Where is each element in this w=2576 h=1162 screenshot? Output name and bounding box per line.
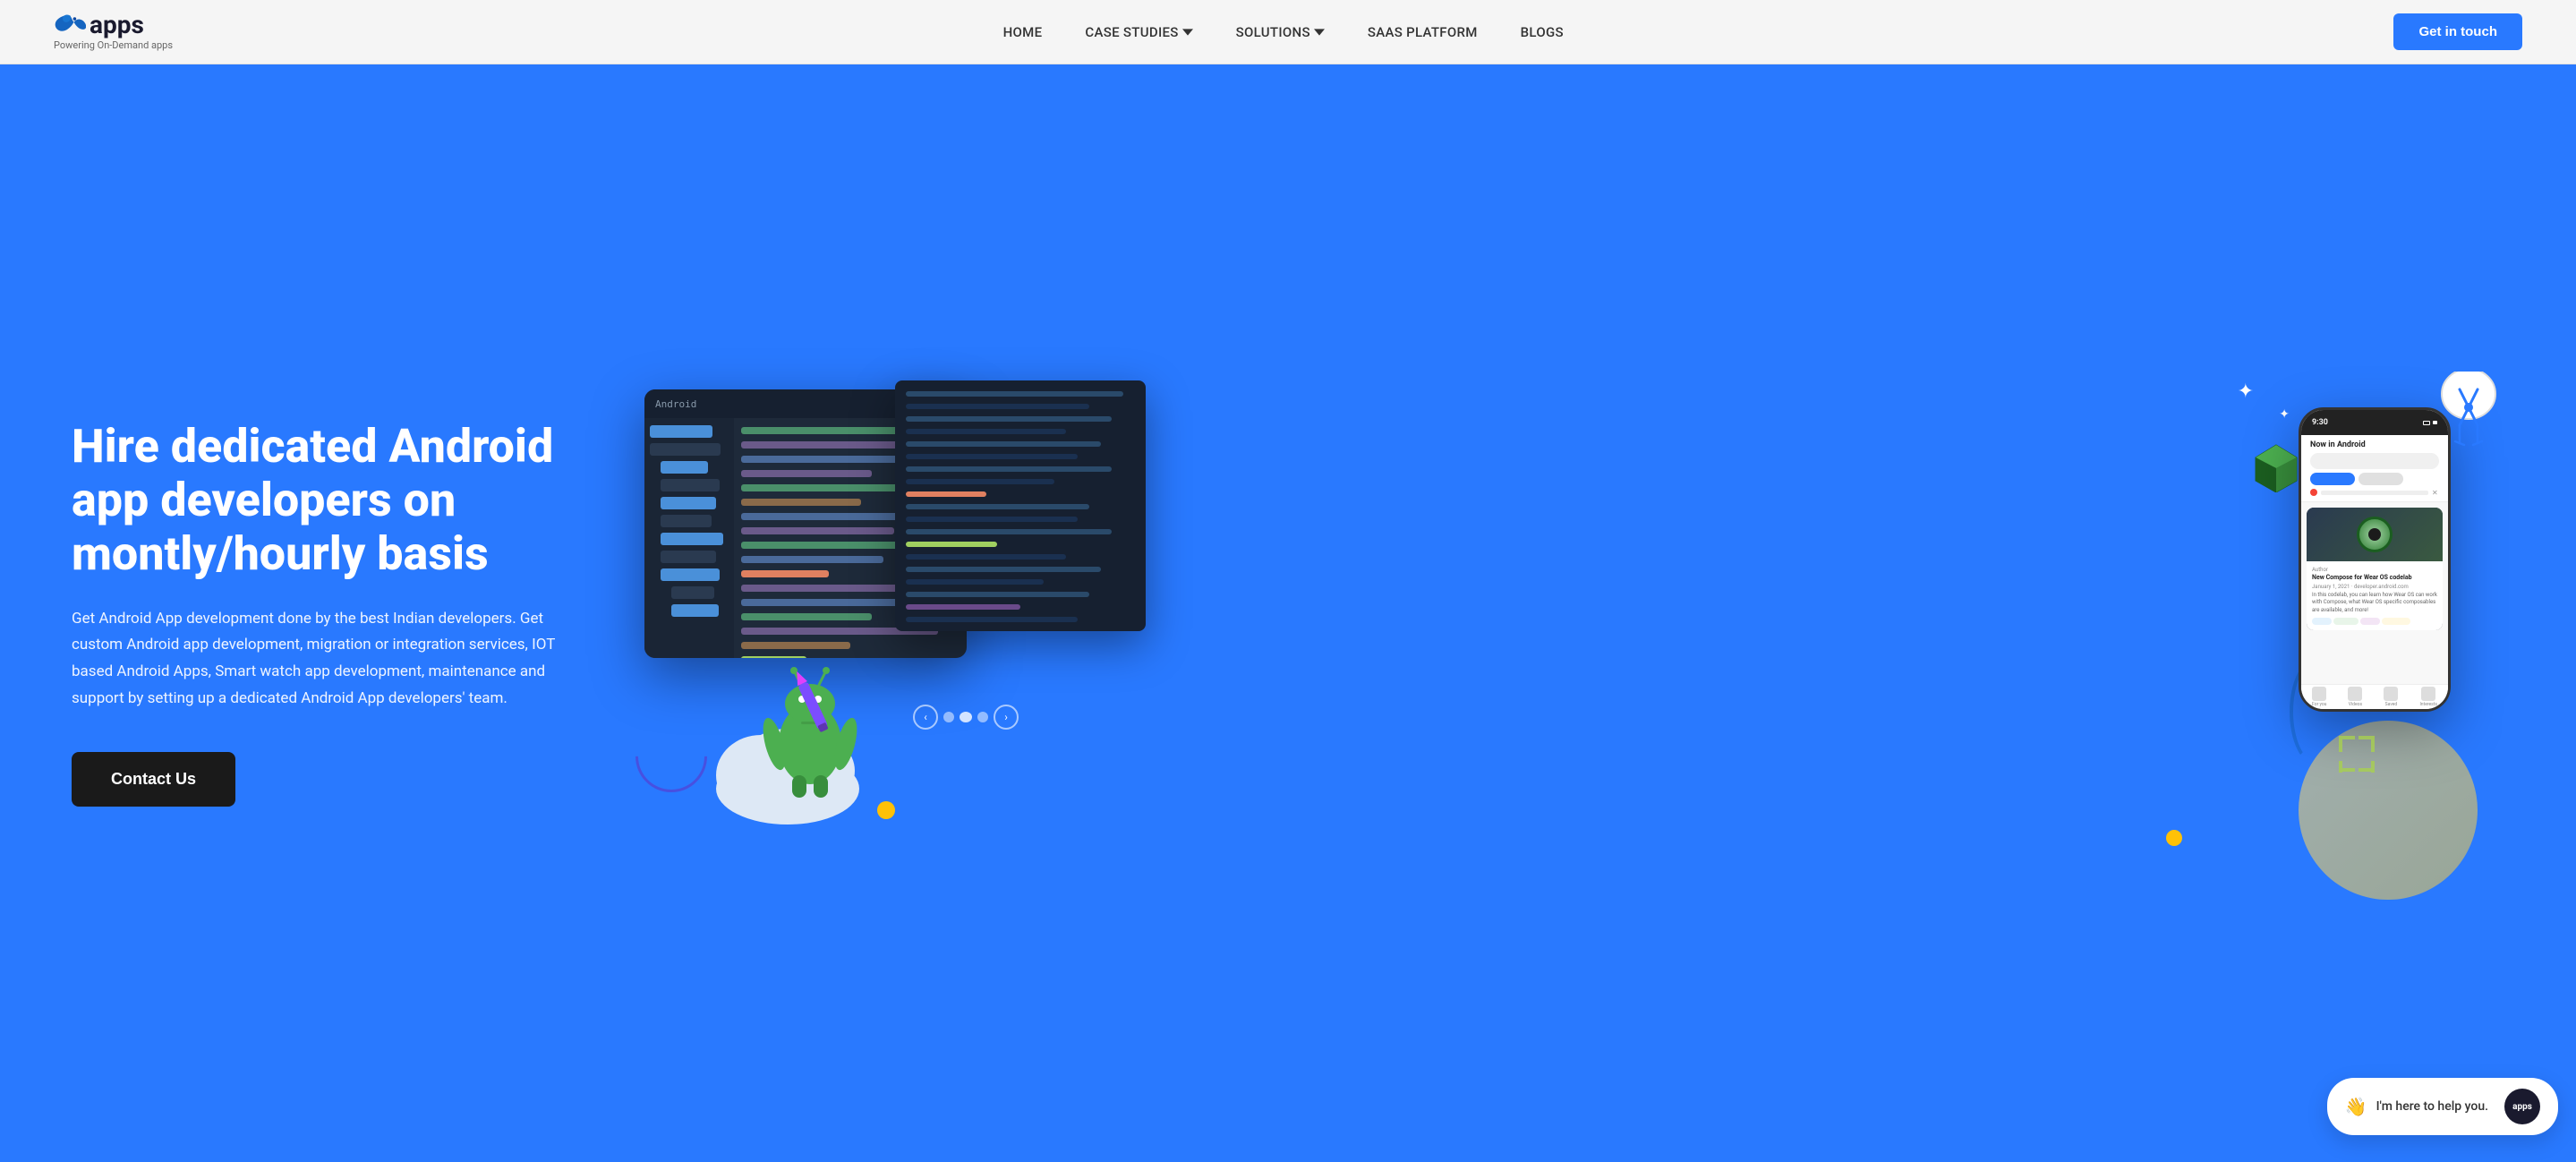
phone-tag-item xyxy=(2360,618,2380,625)
phone-filters xyxy=(2310,473,2439,485)
ide-sidebar xyxy=(644,418,734,658)
nav-blogs[interactable]: BLOGS xyxy=(1521,23,1564,40)
logo-tagline: Powering On-Demand apps xyxy=(54,39,173,51)
phone-card-body: Author New Compose for Wear OS codelab J… xyxy=(2307,561,2443,630)
logo-text: apps xyxy=(54,13,144,38)
phone-tag-list xyxy=(2312,618,2437,625)
phone-nav-saved-icon xyxy=(2384,687,2398,701)
ide-title-text: Android xyxy=(655,398,696,410)
hero-content: Hire dedicated Android app developers on… xyxy=(72,420,591,806)
phone-card-author: Author xyxy=(2312,567,2437,573)
hero-description: Get Android App development done by the … xyxy=(72,606,573,713)
phone-card-image xyxy=(2307,508,2443,561)
chat-emoji: 👋 xyxy=(2345,1096,2367,1117)
phone-nav-videos-icon xyxy=(2348,687,2362,701)
phone-header-text: Now in Android xyxy=(2310,440,2439,449)
chevron-down-icon xyxy=(1314,27,1325,38)
phone-card: Author New Compose for Wear OS codelab J… xyxy=(2307,508,2443,630)
carousel-dot xyxy=(960,712,972,722)
phone-nav-interests-icon xyxy=(2421,687,2435,701)
phone-tag-item xyxy=(2382,618,2410,625)
carousel-next-button[interactable]: › xyxy=(994,705,1019,730)
logo[interactable]: apps Powering On-Demand apps xyxy=(54,13,173,51)
compass-icon xyxy=(2433,372,2504,456)
phone-nav-saved-label: Saved xyxy=(2385,702,2398,707)
dark-panel xyxy=(895,380,1146,631)
phone-search-bar xyxy=(2310,453,2439,469)
chevron-down-icon xyxy=(1182,27,1193,38)
deco-circle-yellow-br xyxy=(2166,830,2182,846)
sparkle-icon-top: ✦ xyxy=(2238,380,2254,403)
navbar: apps Powering On-Demand apps HOME CASE S… xyxy=(0,0,2576,64)
nav-saas-platform[interactable]: SAAS PLATFORM xyxy=(1368,23,1478,40)
phone-bottom-nav: For you Videos Saved Interests xyxy=(2301,684,2448,709)
phone-filter-newest xyxy=(2310,473,2355,485)
carousel-dot xyxy=(977,712,988,722)
phone-nav-home-icon xyxy=(2312,687,2326,701)
chat-message: I'm here to help you. xyxy=(2376,1099,2488,1114)
phone-header: Now in Android ✕ xyxy=(2301,435,2448,502)
carousel-prev-button[interactable]: ‹ xyxy=(913,705,938,730)
phone-nav-home-label: For you xyxy=(2312,702,2326,707)
bracket-icon xyxy=(2334,731,2379,783)
sparkle-icon-mid: ✦ xyxy=(2279,407,2290,422)
hero-section: Hire dedicated Android app developers on… xyxy=(0,64,2576,1162)
phone-card-meta: January 1, 2021 · developer.android.com xyxy=(2312,584,2437,590)
hero-title: Hire dedicated Android app developers on… xyxy=(72,420,591,580)
phone-nav-interests-label: Interests xyxy=(2419,702,2437,707)
nav-solutions[interactable]: SOLUTIONS xyxy=(1236,24,1325,40)
phone-notch: 9:30 xyxy=(2301,410,2448,435)
phone-card-title: New Compose for Wear OS codelab xyxy=(2312,574,2437,582)
phone-time: 9:30 xyxy=(2312,418,2328,427)
hero-illustration: ✦ ✦ Android xyxy=(591,354,2522,873)
nav-links: HOME CASE STUDIES SOLUTIONS SAAS PLATFOR… xyxy=(1003,23,1564,40)
get-in-touch-button[interactable]: Get in touch xyxy=(2393,13,2522,50)
nav-home[interactable]: HOME xyxy=(1003,23,1043,40)
chat-bubble[interactable]: 👋 I'm here to help you. apps xyxy=(2327,1078,2558,1135)
carousel-dot xyxy=(943,712,954,722)
phone-tag-item xyxy=(2333,618,2358,625)
phone-card-description: In this codelab, you can learn how Wear … xyxy=(2312,592,2437,614)
phone-nav-videos-label: Videos xyxy=(2349,702,2362,707)
android-mascot xyxy=(752,654,868,801)
nav-case-studies[interactable]: CASE STUDIES xyxy=(1085,24,1192,40)
phone-tag-item xyxy=(2312,618,2332,625)
deco-circle-yellow-bottom xyxy=(877,801,895,819)
phone-screen: Now in Android ✕ xyxy=(2301,435,2448,709)
chat-avatar: apps xyxy=(2504,1089,2540,1124)
contact-us-button[interactable]: Contact Us xyxy=(72,752,235,807)
carousel-nav: ‹ › xyxy=(913,705,1019,730)
phone-filter-compact xyxy=(2358,473,2403,485)
logo-bird-icon xyxy=(54,13,86,38)
phone-mockup: 9:30 Now in Android xyxy=(2299,407,2451,712)
green-cube-icon xyxy=(2254,443,2299,496)
